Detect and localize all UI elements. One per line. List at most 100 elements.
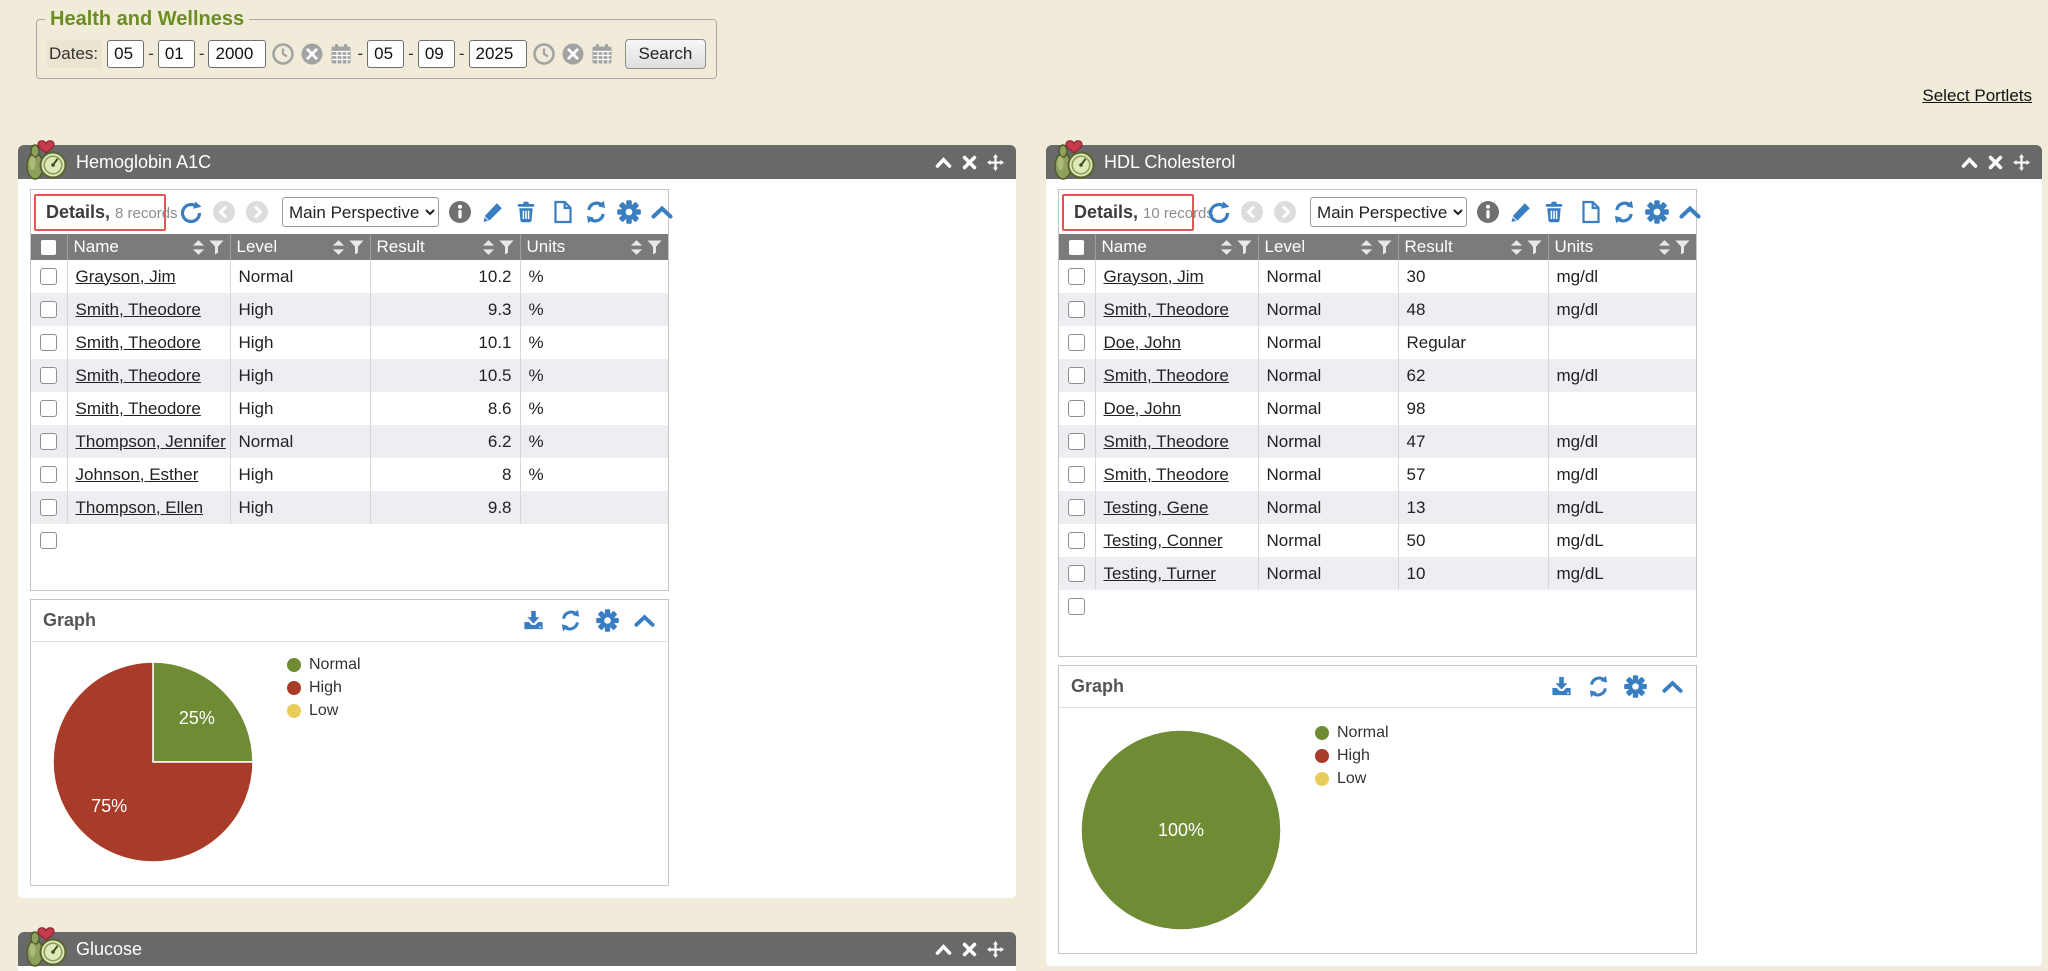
clear-icon[interactable] [300, 42, 324, 66]
sort-icon[interactable] [1658, 240, 1671, 255]
settings-icon[interactable] [596, 609, 619, 632]
sort-icon[interactable] [1220, 240, 1233, 255]
patient-name-link[interactable]: Thompson, Jennifer [76, 432, 226, 451]
row-checkbox[interactable] [1068, 499, 1085, 516]
filter-icon[interactable] [209, 240, 224, 255]
patient-name-link[interactable]: Thompson, Ellen [76, 498, 204, 517]
sort-icon[interactable] [630, 240, 643, 255]
filter-icon[interactable] [1675, 240, 1690, 255]
filter-icon[interactable] [1377, 240, 1392, 255]
filter-icon[interactable] [1527, 240, 1542, 255]
info-icon[interactable] [1476, 200, 1500, 224]
patient-name-link[interactable]: Grayson, Jim [1104, 267, 1204, 286]
move-icon[interactable] [987, 941, 1004, 958]
new-row-checkbox[interactable] [1068, 598, 1085, 615]
row-checkbox[interactable] [1068, 433, 1085, 450]
column-header-units[interactable]: Units [1548, 234, 1696, 260]
filter-icon[interactable] [499, 240, 514, 255]
settings-icon[interactable] [617, 200, 641, 224]
patient-name-link[interactable]: Smith, Theodore [76, 300, 201, 319]
row-checkbox[interactable] [40, 433, 57, 450]
portlet-titlebar[interactable]: Glucose [18, 932, 1016, 966]
sort-icon[interactable] [1360, 240, 1373, 255]
to-year-input[interactable] [469, 40, 527, 68]
row-checkbox[interactable] [1068, 532, 1085, 549]
row-checkbox[interactable] [1068, 565, 1085, 582]
filter-icon[interactable] [349, 240, 364, 255]
previous-icon[interactable] [1240, 200, 1264, 224]
row-checkbox[interactable] [1068, 367, 1085, 384]
patient-name-link[interactable]: Testing, Gene [1104, 498, 1209, 517]
patient-name-link[interactable]: Smith, Theodore [76, 366, 201, 385]
settings-icon[interactable] [1624, 675, 1647, 698]
sort-icon[interactable] [1510, 240, 1523, 255]
patient-name-link[interactable]: Johnson, Esther [76, 465, 199, 484]
collapse-icon[interactable] [1961, 154, 1978, 171]
patient-name-link[interactable]: Smith, Theodore [76, 399, 201, 418]
row-checkbox[interactable] [40, 400, 57, 417]
next-icon[interactable] [1273, 200, 1297, 224]
row-checkbox[interactable] [40, 499, 57, 516]
move-icon[interactable] [2013, 154, 2030, 171]
delete-icon[interactable] [514, 200, 538, 224]
patient-name-link[interactable]: Testing, Turner [1104, 564, 1216, 583]
next-icon[interactable] [245, 200, 269, 224]
time-icon[interactable] [532, 42, 556, 66]
row-checkbox[interactable] [40, 367, 57, 384]
collapse-graph-icon[interactable] [633, 609, 656, 632]
row-checkbox[interactable] [40, 268, 57, 285]
row-checkbox[interactable] [1068, 466, 1085, 483]
from-year-input[interactable] [208, 40, 266, 68]
settings-icon[interactable] [1645, 200, 1669, 224]
new-row-checkbox[interactable] [40, 532, 57, 549]
select-all-checkbox[interactable] [41, 240, 56, 255]
refresh-icon[interactable] [559, 609, 582, 632]
patient-name-link[interactable]: Smith, Theodore [1104, 300, 1229, 319]
to-month-input[interactable] [367, 40, 404, 68]
close-icon[interactable] [961, 154, 978, 171]
collapse-icon[interactable] [935, 941, 952, 958]
select-all-checkbox[interactable] [1069, 240, 1084, 255]
row-checkbox[interactable] [1068, 334, 1085, 351]
new-document-icon[interactable] [551, 200, 575, 224]
row-checkbox[interactable] [40, 334, 57, 351]
patient-name-link[interactable]: Grayson, Jim [76, 267, 176, 286]
row-checkbox[interactable] [40, 301, 57, 318]
portlet-titlebar[interactable]: HDL Cholesterol [1046, 145, 2042, 179]
undo-icon[interactable] [1207, 200, 1231, 224]
collapse-details-icon[interactable] [650, 200, 674, 224]
move-icon[interactable] [987, 154, 1004, 171]
from-day-input[interactable] [158, 40, 195, 68]
calendar-icon[interactable] [329, 42, 353, 66]
row-checkbox[interactable] [40, 466, 57, 483]
to-day-input[interactable] [418, 40, 455, 68]
column-header-units[interactable]: Units [520, 234, 668, 260]
edit-icon[interactable] [481, 200, 505, 224]
column-header-name[interactable]: Name [1095, 234, 1258, 260]
collapse-graph-icon[interactable] [1661, 675, 1684, 698]
close-icon[interactable] [1987, 154, 2004, 171]
perspective-select[interactable]: Main Perspective [282, 197, 439, 227]
download-icon[interactable] [522, 609, 545, 632]
refresh-icon[interactable] [1612, 200, 1636, 224]
row-checkbox[interactable] [1068, 400, 1085, 417]
from-month-input[interactable] [107, 40, 144, 68]
edit-icon[interactable] [1509, 200, 1533, 224]
patient-name-link[interactable]: Testing, Conner [1104, 531, 1223, 550]
sort-icon[interactable] [332, 240, 345, 255]
patient-name-link[interactable]: Smith, Theodore [76, 333, 201, 352]
patient-name-link[interactable]: Doe, John [1104, 333, 1182, 352]
previous-icon[interactable] [212, 200, 236, 224]
patient-name-link[interactable]: Doe, John [1104, 399, 1182, 418]
column-header-name[interactable]: Name [67, 234, 230, 260]
perspective-select[interactable]: Main Perspective [1310, 197, 1467, 227]
portlet-titlebar[interactable]: Hemoglobin A1C [18, 145, 1016, 179]
clear-icon[interactable] [561, 42, 585, 66]
patient-name-link[interactable]: Smith, Theodore [1104, 465, 1229, 484]
row-checkbox[interactable] [1068, 268, 1085, 285]
sort-icon[interactable] [192, 240, 205, 255]
filter-icon[interactable] [1237, 240, 1252, 255]
row-checkbox[interactable] [1068, 301, 1085, 318]
sort-icon[interactable] [482, 240, 495, 255]
undo-icon[interactable] [179, 200, 203, 224]
